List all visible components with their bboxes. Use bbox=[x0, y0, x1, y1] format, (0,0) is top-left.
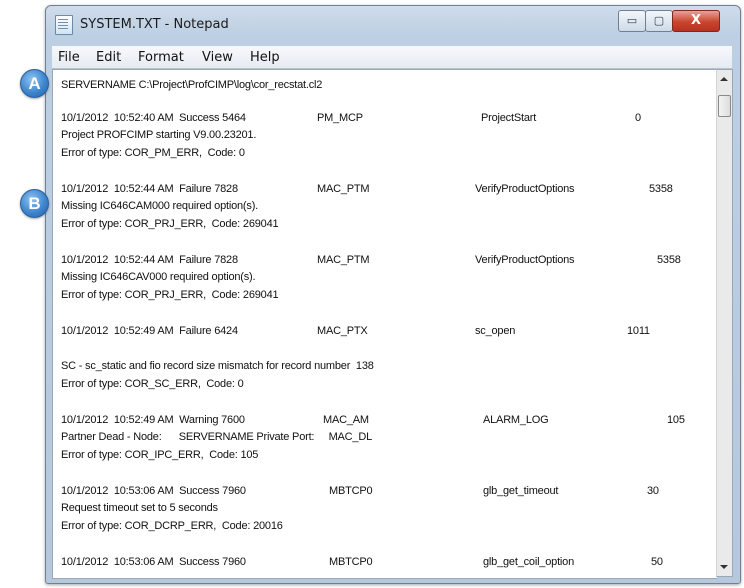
minimize-button[interactable]: ▭ bbox=[618, 10, 646, 32]
log-line: Error of type: COR_PRJ_ERR, Code: 269041 bbox=[61, 218, 279, 230]
notepad-icon bbox=[55, 15, 73, 35]
callout-marker-a: A bbox=[20, 69, 49, 98]
log-line: MAC_AM bbox=[323, 414, 369, 426]
scroll-thumb[interactable] bbox=[718, 95, 731, 117]
log-line: ProjectStart bbox=[481, 112, 537, 124]
log-line: 50 bbox=[651, 556, 663, 568]
menu-help[interactable]: Help bbox=[250, 50, 280, 65]
log-line: 5358 bbox=[657, 254, 681, 266]
menu-view[interactable]: View bbox=[202, 50, 233, 65]
maximize-button[interactable]: ▢ bbox=[645, 10, 673, 32]
log-line: 5358 bbox=[649, 183, 673, 195]
log-line: glb_get_coil_option bbox=[483, 556, 574, 568]
log-line: Error of type: COR_IPC_ERR, Code: 105 bbox=[61, 449, 259, 461]
log-line: 10/1/2012 10:52:44 AM Failure 7828 bbox=[61, 183, 238, 195]
menu-format[interactable]: Format bbox=[138, 50, 184, 65]
log-line: 105 bbox=[667, 414, 685, 426]
log-line: PM_MCP bbox=[317, 112, 363, 124]
log-line: SC - sc_static and fio record size misma… bbox=[61, 360, 374, 372]
log-line: MAC_PTX bbox=[317, 325, 368, 337]
log-line: 10/1/2012 10:52:44 AM Failure 7828 bbox=[61, 254, 238, 266]
scroll-up-icon[interactable] bbox=[720, 77, 728, 81]
log-line: 10/1/2012 10:53:06 AM Success 7960 bbox=[61, 556, 246, 568]
log-line: MBTCP0 bbox=[329, 485, 373, 497]
log-line: Missing IC646CAM000 required option(s). bbox=[61, 200, 259, 212]
log-line: SERVERNAME C:\Project\ProfCIMP\log\cor_r… bbox=[61, 79, 323, 91]
menu-bar: File Edit Format View Help bbox=[52, 46, 732, 69]
menu-file[interactable]: File bbox=[58, 50, 80, 65]
window-title: SYSTEM.TXT - Notepad bbox=[80, 17, 229, 32]
vertical-scrollbar[interactable] bbox=[716, 69, 733, 577]
log-line: Error of type: COR_PM_ERR, Code: 0 bbox=[61, 147, 245, 159]
log-line: Request timeout set to 5 seconds bbox=[61, 502, 218, 514]
log-line: MAC_PTM bbox=[317, 254, 370, 266]
callout-marker-b: B bbox=[20, 189, 49, 218]
log-line: VerifyProductOptions bbox=[475, 254, 575, 266]
log-line: 10/1/2012 10:52:40 AM Success 5464 bbox=[61, 112, 246, 124]
title-bar[interactable]: SYSTEM.TXT - Notepad ▭ ▢ X bbox=[46, 6, 740, 42]
log-line: sc_open bbox=[475, 325, 516, 337]
text-editor[interactable]: SERVERNAME C:\Project\ProfCIMP\log\cor_r… bbox=[52, 69, 717, 579]
log-line: MBTCP0 bbox=[329, 556, 373, 568]
log-line: 30 bbox=[647, 485, 659, 497]
log-line: Missing IC646CAV000 required option(s). bbox=[61, 271, 256, 283]
scroll-down-icon[interactable] bbox=[720, 565, 728, 569]
log-line: 1011 bbox=[627, 325, 650, 337]
log-line: VerifyProductOptions bbox=[475, 183, 575, 195]
log-line: 10/1/2012 10:52:49 AM Warning 7600 bbox=[61, 414, 245, 426]
log-line: 10/1/2012 10:52:49 AM Failure 6424 bbox=[61, 325, 238, 337]
log-line: MAC_PTM bbox=[317, 183, 370, 195]
log-line: ALARM_LOG bbox=[483, 414, 549, 426]
log-line: Error of type: COR_SC_ERR, Code: 0 bbox=[61, 378, 244, 390]
log-line: Project PROFCIMP starting V9.00.23201. bbox=[61, 129, 257, 141]
close-button[interactable]: X bbox=[672, 10, 720, 32]
log-line: glb_get_timeout bbox=[483, 485, 559, 497]
log-line: Partner Dead - Node: SERVERNAME Private … bbox=[61, 431, 372, 443]
log-line: 10/1/2012 10:53:06 AM Success 7960 bbox=[61, 485, 246, 497]
menu-edit[interactable]: Edit bbox=[96, 50, 121, 65]
notepad-window: SYSTEM.TXT - Notepad ▭ ▢ X File Edit For… bbox=[45, 5, 741, 584]
log-line: Error of type: COR_DCRP_ERR, Code: 20016 bbox=[61, 520, 283, 532]
log-line: Error of type: COR_PRJ_ERR, Code: 269041 bbox=[61, 289, 279, 301]
log-line: 0 bbox=[635, 112, 641, 124]
